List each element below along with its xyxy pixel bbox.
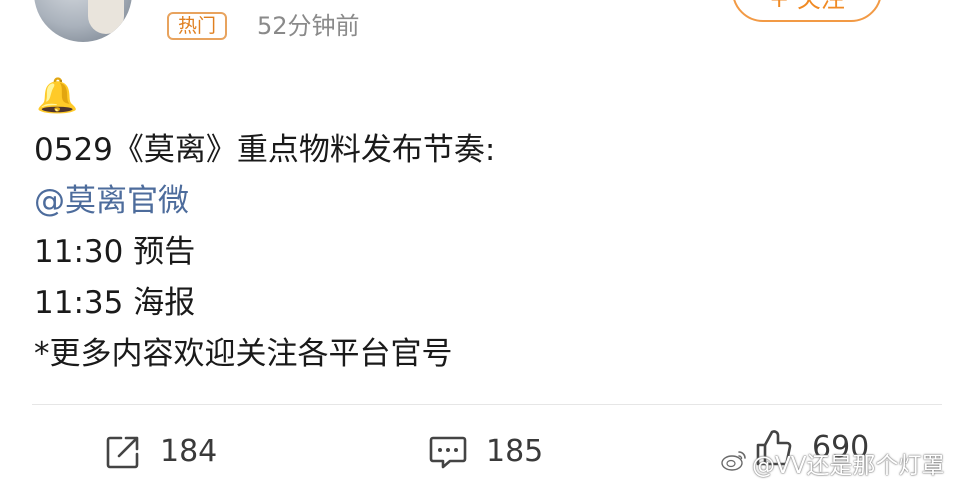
post-line-poster-time: 11:35 海报 — [34, 285, 196, 321]
watermark-text: @VV还是那个灯罩 — [752, 453, 945, 479]
divider — [32, 404, 942, 405]
comment-count: 185 — [486, 434, 544, 469]
avatar-figure — [88, 0, 124, 34]
follow-button-label: + 关注 — [769, 0, 845, 14]
follow-button[interactable]: + 关注 — [732, 0, 882, 22]
weibo-post-card: 热门 52分钟前 + 关注 🔔 0529《莫离》重点物料发布节奏: @莫离官微 … — [0, 0, 972, 488]
comment-icon — [428, 433, 468, 471]
weibo-logo-icon — [720, 448, 748, 478]
post-line-note: *更多内容欢迎关注各平台官号 — [34, 336, 453, 372]
comment-button[interactable]: 185 — [428, 430, 543, 474]
bell-icon: 🔔 — [36, 76, 79, 116]
post-line-title: 0529《莫离》重点物料发布节奏: — [34, 132, 496, 168]
post-time: 52分钟前 — [257, 12, 360, 40]
share-icon — [104, 433, 142, 471]
post-line-trailer-time: 11:30 预告 — [34, 234, 196, 270]
hot-badge: 热门 — [167, 12, 228, 40]
watermark: @VV还是那个灯罩 — [720, 446, 944, 480]
avatar[interactable] — [34, 0, 132, 42]
share-count: 184 — [160, 434, 218, 469]
mention-link[interactable]: @莫离官微 — [34, 179, 189, 223]
share-button[interactable]: 184 — [104, 430, 217, 474]
